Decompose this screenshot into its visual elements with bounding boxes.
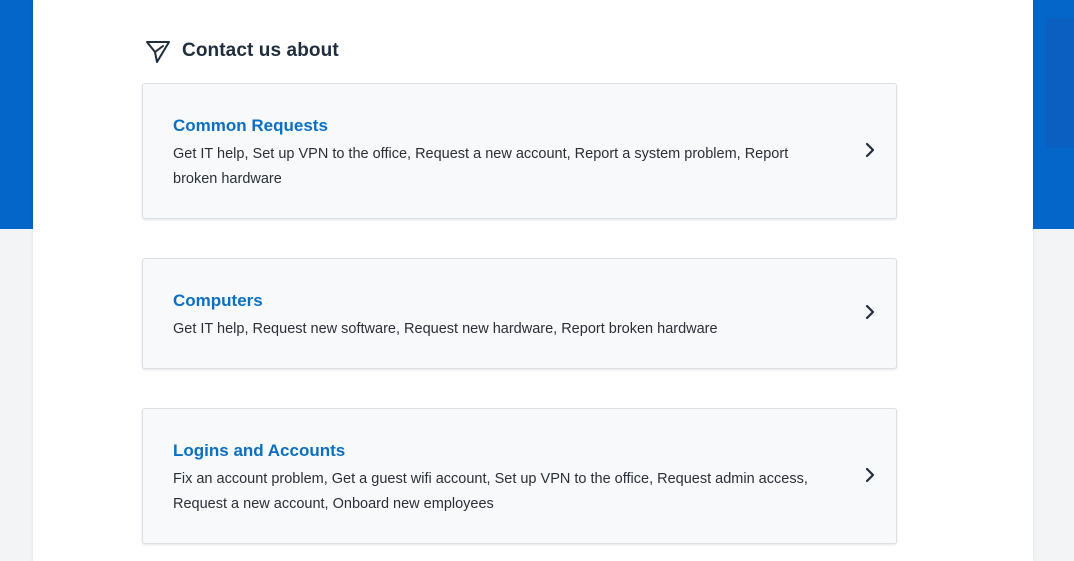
chevron-right-icon[interactable]	[862, 142, 878, 158]
section-heading: Contact us about	[144, 36, 339, 66]
content-panel: Contact us about Common Requests Get IT …	[33, 0, 1033, 561]
category-description: Get IT help, Set up VPN to the office, R…	[173, 146, 789, 187]
category-title[interactable]: Logins and Accounts	[173, 441, 345, 461]
category-card-logins-and-accounts[interactable]: Logins and Accounts Fix an account probl…	[142, 408, 897, 544]
chevron-right-icon[interactable]	[862, 467, 878, 483]
category-card-common-requests[interactable]: Common Requests Get IT help, Set up VPN …	[142, 83, 897, 219]
category-description: Get IT help, Request new software, Reque…	[173, 321, 718, 337]
chevron-right-icon[interactable]	[862, 304, 878, 320]
section-title: Contact us about	[182, 40, 339, 61]
category-title[interactable]: Computers	[173, 291, 263, 311]
category-description: Fix an account problem, Get a guest wifi…	[173, 471, 808, 512]
send-paper-plane-icon	[144, 37, 172, 65]
category-title[interactable]: Common Requests	[173, 116, 328, 136]
header-accent	[1046, 18, 1074, 148]
category-card-computers[interactable]: Computers Get IT help, Request new softw…	[142, 258, 897, 369]
